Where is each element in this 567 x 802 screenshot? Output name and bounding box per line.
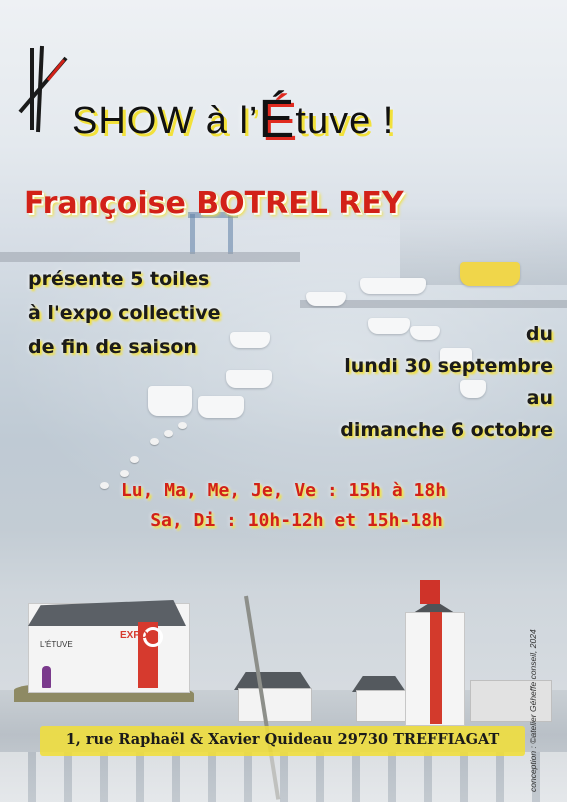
- marina-boats: [0, 752, 567, 802]
- dates-line: dimanche 6 octobre: [340, 419, 553, 441]
- boat: [148, 386, 192, 416]
- hours-weekend: Sa, Di : 10h-12h et 15h-18h: [150, 510, 443, 531]
- buoy: [178, 422, 187, 429]
- hours-weekdays: Lu, Ma, Me, Je, Ve : 15h à 18h: [120, 480, 447, 501]
- boat: [198, 396, 244, 418]
- boat: [230, 332, 270, 348]
- design-credit: conception : ©atelier Géheffe conseil, 2…: [528, 629, 538, 792]
- crossed-paintbrushes-icon: [18, 45, 68, 133]
- artist-name: Françoise BOTREL REY: [24, 186, 404, 221]
- address-text: 1, rue Raphaël & Xavier Quideau 29730 TR…: [65, 731, 500, 748]
- buoy: [130, 456, 139, 463]
- poster-title: SHOW à l’Étuve !: [72, 84, 395, 149]
- presents-line: de fin de saison: [28, 336, 197, 358]
- opening-hours: Lu, Ma, Me, Je, Ve : 15h à 18h Sa, Di : …: [0, 476, 567, 536]
- presents-text: présente 5 toiles à l'expo collective de…: [28, 262, 221, 364]
- house: [238, 688, 312, 722]
- lighthouse-top: [420, 580, 440, 604]
- presents-line: présente 5 toiles: [28, 268, 210, 290]
- dates-line: du: [525, 323, 553, 345]
- boat: [226, 370, 272, 388]
- house: [356, 690, 406, 722]
- boat: [360, 278, 426, 294]
- house: [470, 680, 552, 722]
- pier: [0, 252, 300, 262]
- dates-line: lundi 30 septembre: [344, 355, 553, 377]
- building-sign: EXPO: [120, 630, 148, 641]
- dates-line: au: [526, 387, 553, 409]
- title-big-letter: É: [258, 89, 296, 149]
- boat: [460, 262, 520, 286]
- building-logo: L'ÉTUVE: [40, 640, 73, 649]
- lighthouse-stripe: [430, 612, 442, 724]
- buoy: [150, 438, 159, 445]
- title-suffix: tuve !: [295, 100, 395, 142]
- presents-line: à l'expo collective: [28, 302, 221, 324]
- title-prefix: SHOW à l’: [72, 100, 259, 142]
- buoy: [164, 430, 173, 437]
- boat: [306, 292, 346, 306]
- person: [42, 666, 51, 688]
- exhibition-dates: du lundi 30 septembre au dimanche 6 octo…: [340, 318, 553, 446]
